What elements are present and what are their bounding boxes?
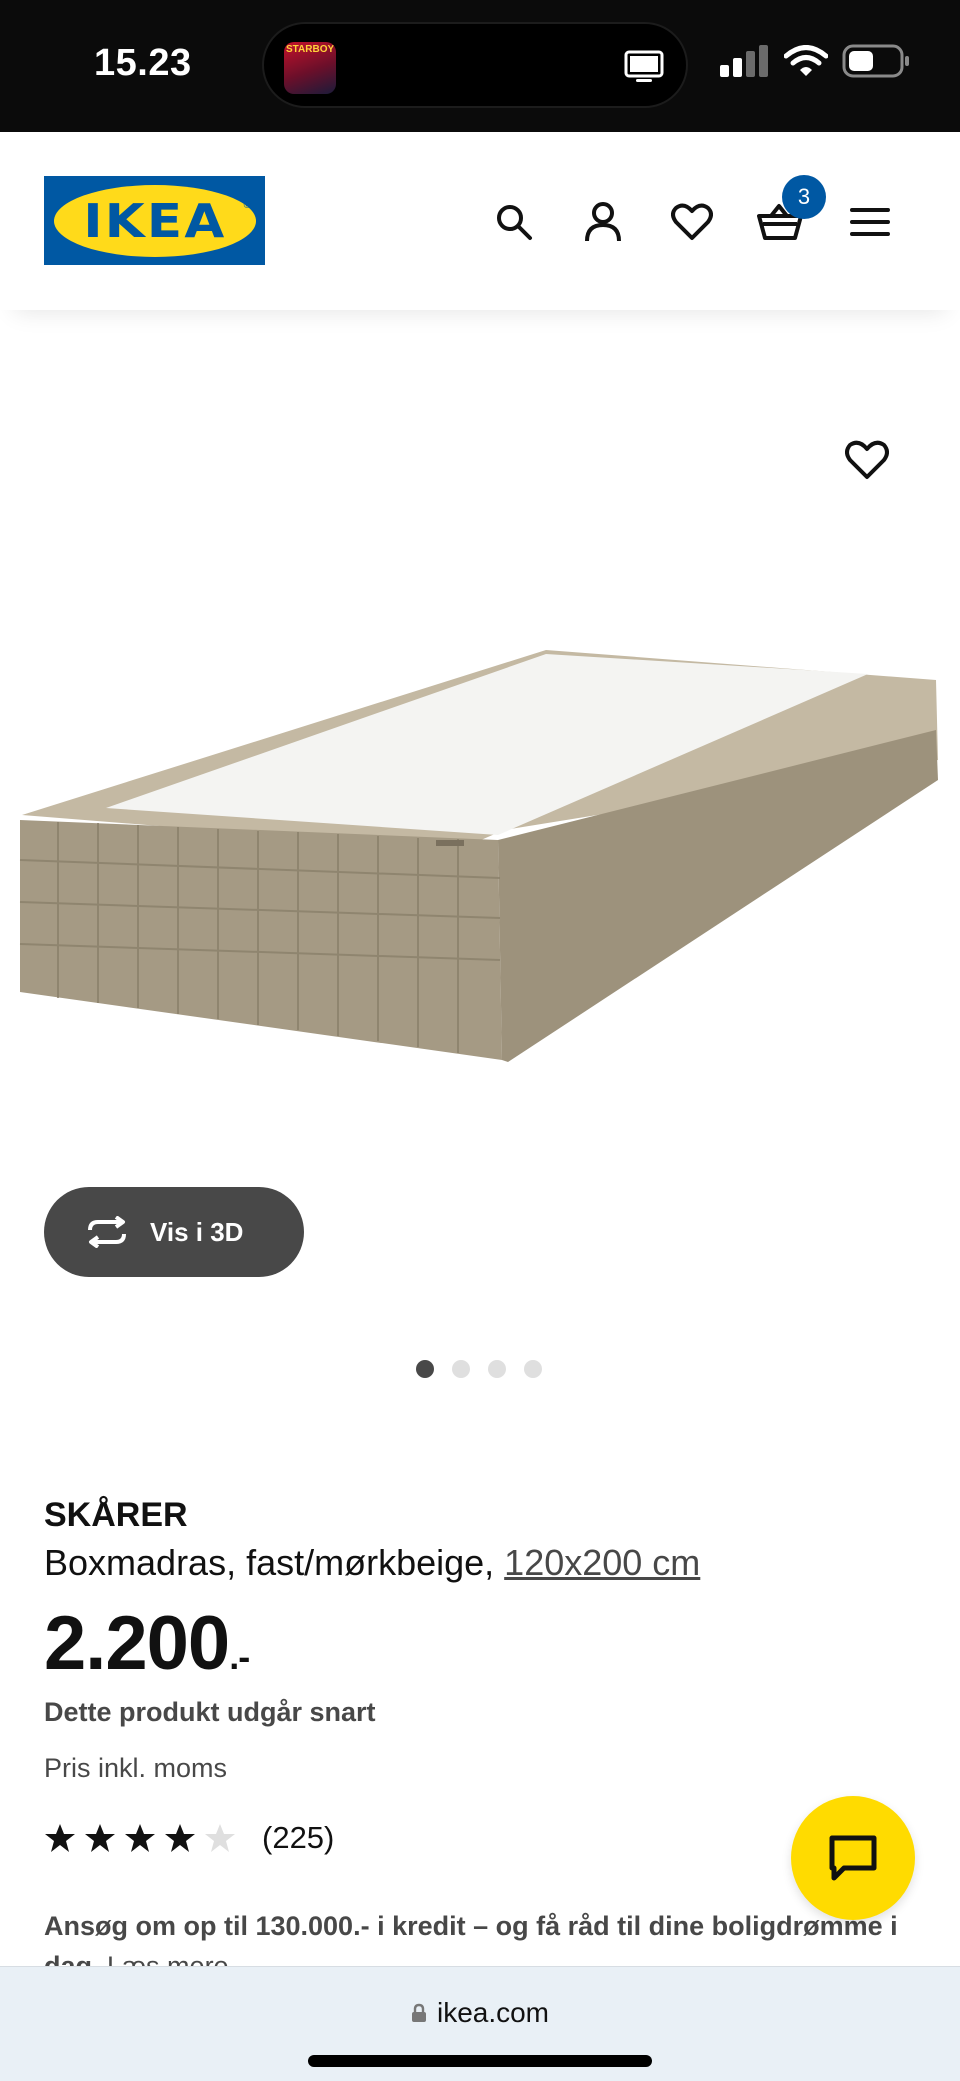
price-value: 2.200 [44,1601,230,1686]
home-indicator[interactable] [308,2055,652,2067]
rotate-3d-icon [88,1216,126,1248]
product-name: SKÅRER [44,1496,188,1534]
gallery-dot-1[interactable] [416,1360,434,1378]
product-description-text: Boxmadras, fast/mørkbeige, [44,1542,505,1583]
discontinued-notice: Dette produkt udgår snart [44,1697,376,1727]
logo-oval: IKEA [53,184,256,257]
gallery-dot-3[interactable] [488,1360,506,1378]
url-text: ikea.com [436,1997,550,2028]
review-count: (225) [262,1820,335,1855]
star-icon [85,1824,115,1852]
star-icon [165,1824,195,1852]
wifi-icon [784,45,828,76]
battery-icon [842,44,909,78]
view-in-3d-label: Vis i 3D [150,1216,244,1247]
dynamic-island[interactable]: STARBOY [262,22,688,108]
user-icon[interactable] [579,198,627,246]
ikea-logo[interactable]: IKEA ® [44,176,265,265]
site-header: IKEA ® [0,132,960,310]
gallery-pagination [416,1360,542,1378]
star-icon [205,1824,235,1852]
logo-registered-mark: ® [243,200,251,211]
star-icon [45,1824,75,1852]
logo-text: IKEA [82,193,227,248]
signal-icon [720,45,768,77]
menu-icon[interactable] [846,198,894,246]
price-suffix: .- [229,1636,250,1677]
browser-address-bar[interactable]: ikea.com [0,1966,960,2081]
status-time: 15.23 [94,42,192,84]
rating-stars [44,1823,236,1853]
chat-button[interactable] [791,1796,915,1920]
star-icon [125,1824,155,1852]
gallery-dot-4[interactable] [524,1360,542,1378]
status-indicators [720,44,910,78]
product-price: 2.200.- [44,1600,250,1687]
cart-count-badge: 3 [782,175,826,219]
size-link[interactable]: 120x200 cm [504,1542,700,1583]
artwork-text: STARBOY [286,44,335,55]
product-image-boxmattress [19,650,938,1062]
airplay-tv-icon [624,50,664,89]
url-display[interactable]: ikea.com [0,1997,960,2029]
gallery-dot-2[interactable] [452,1360,470,1378]
view-in-3d-button[interactable]: Vis i 3D [44,1187,304,1277]
product-rating[interactable]: (225) [44,1820,334,1856]
lock-icon [411,2003,426,2022]
add-to-favourites-heart-icon[interactable] [845,440,893,488]
status-bar: 15.23 STARBOY [0,0,960,132]
search-icon[interactable] [490,198,538,246]
vat-note: Pris inkl. moms [44,1753,228,1783]
product-description: Boxmadras, fast/mørkbeige, 120x200 cm [44,1542,700,1584]
heart-icon[interactable] [668,198,716,246]
chat-icon [829,1835,877,1881]
now-playing-artwork: STARBOY [284,42,336,94]
